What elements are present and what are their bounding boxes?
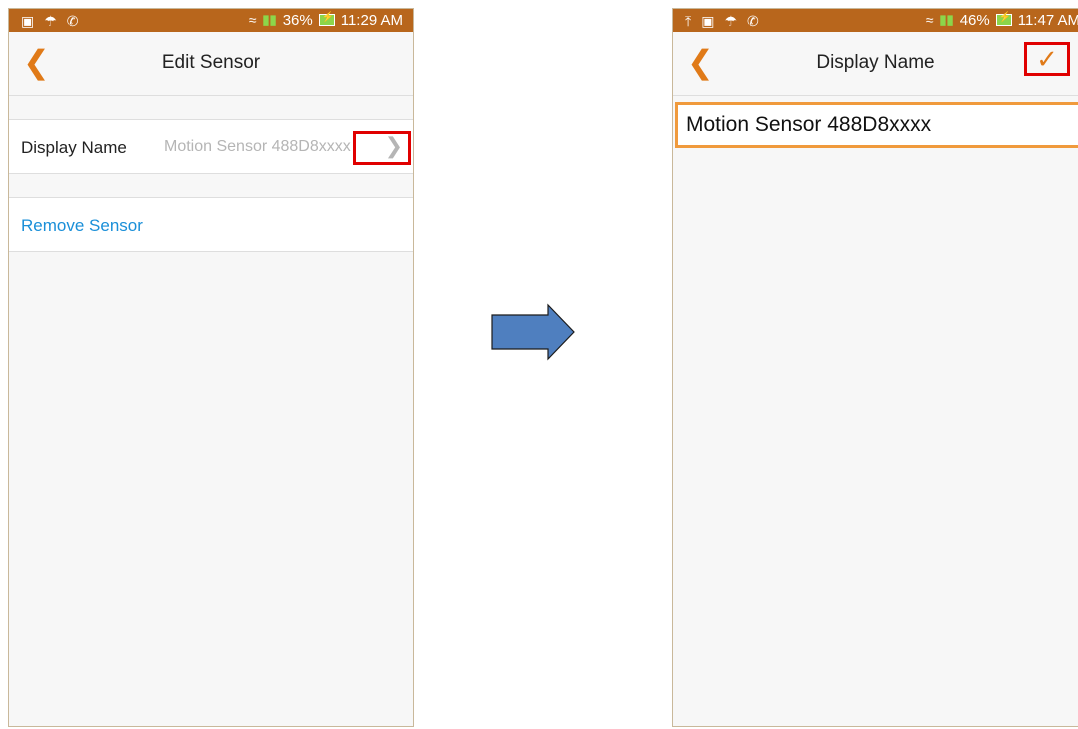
wifi-icon: ≈ bbox=[925, 12, 934, 28]
top-app-bar: ❮ Edit Sensor bbox=[9, 32, 413, 96]
battery-icon bbox=[318, 12, 335, 26]
status-bar: ▣ ☂ ✆ ≈ ▮▮ 36% 11:29 AM bbox=[9, 9, 413, 32]
display-name-input[interactable] bbox=[675, 102, 1078, 148]
status-time: 11:29 AM bbox=[340, 11, 403, 29]
status-time: 11:47 AM bbox=[1017, 11, 1078, 29]
image-icon: ▣ bbox=[21, 13, 35, 29]
display-name-screen: ⤒ ▣ ☂ ✆ ≈ ▮▮ 46% 11:47 AM ❮ Display Name… bbox=[672, 8, 1078, 727]
wifi-icon: ≈ bbox=[248, 12, 257, 28]
page-title: Display Name bbox=[816, 52, 935, 73]
remove-sensor-link[interactable]: Remove Sensor bbox=[21, 216, 143, 236]
upload-icon: ⤒ bbox=[685, 13, 692, 29]
remove-sensor-row[interactable]: Remove Sensor bbox=[9, 197, 413, 252]
edit-sensor-screen: ▣ ☂ ✆ ≈ ▮▮ 36% 11:29 AM ❮ Edit Sensor Di… bbox=[8, 8, 414, 727]
arrow-right-icon bbox=[491, 303, 575, 361]
checkmark-icon: ✓ bbox=[1036, 45, 1058, 75]
umbrella-icon: ☂ bbox=[44, 13, 57, 29]
display-name-row[interactable]: Display Name Motion Sensor 488D8xxxx ❯ bbox=[9, 119, 413, 174]
battery-percent: 46% bbox=[959, 11, 990, 29]
signal-icon: ▮▮ bbox=[262, 12, 277, 27]
battery-percent: 36% bbox=[282, 11, 313, 29]
page-title: Edit Sensor bbox=[161, 52, 261, 73]
display-name-value: Motion Sensor 488D8xxxx bbox=[164, 138, 351, 155]
highlight-box-chevron bbox=[353, 131, 411, 165]
phone-icon: ✆ bbox=[66, 13, 79, 29]
status-bar: ⤒ ▣ ☂ ✆ ≈ ▮▮ 46% 11:47 AM bbox=[673, 9, 1078, 32]
image-icon: ▣ bbox=[701, 13, 715, 29]
display-name-label: Display Name bbox=[21, 138, 127, 157]
top-app-bar: ❮ Display Name ✓ bbox=[673, 32, 1078, 96]
phone-icon: ✆ bbox=[747, 13, 759, 29]
signal-icon: ▮▮ bbox=[939, 12, 954, 27]
battery-icon bbox=[995, 12, 1012, 26]
save-button[interactable]: ✓ bbox=[1024, 42, 1070, 76]
umbrella-icon: ☂ bbox=[724, 13, 737, 29]
